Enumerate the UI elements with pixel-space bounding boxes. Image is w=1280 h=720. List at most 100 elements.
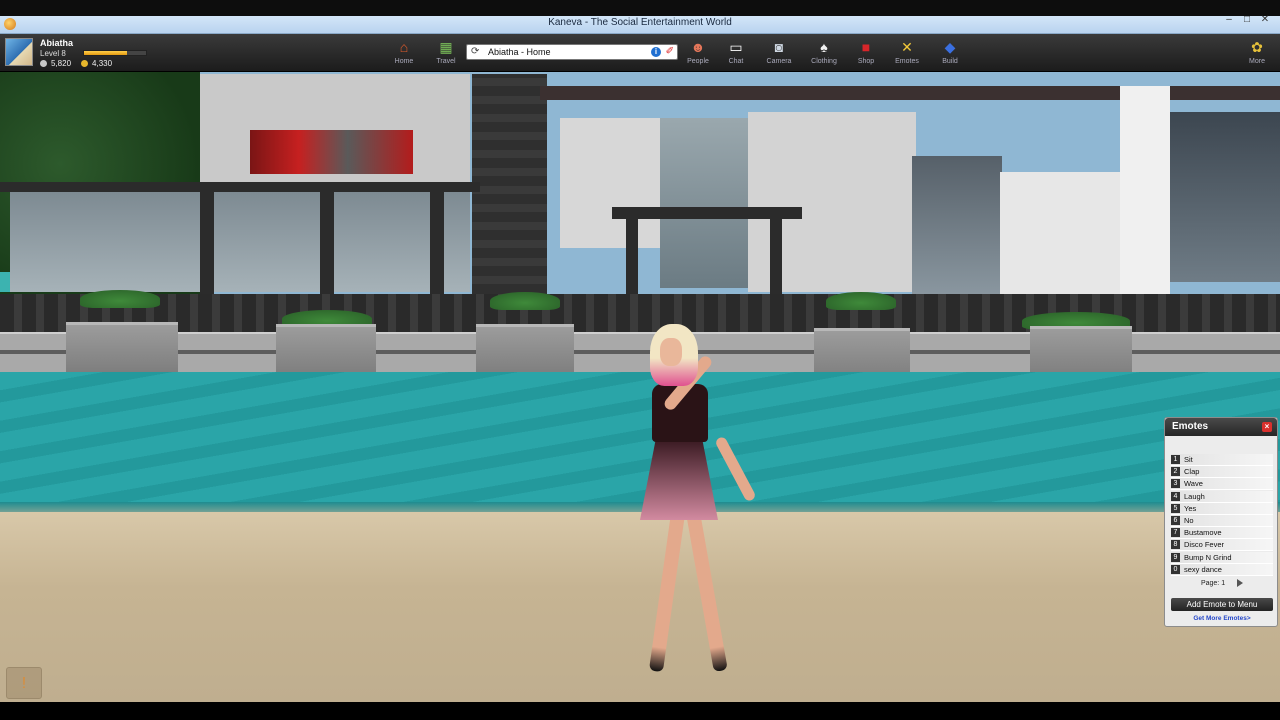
emote-label: Bump N Grind: [1184, 552, 1232, 562]
avatar-dress-skirt: [640, 440, 718, 520]
toolbar-home-button[interactable]: ⌂ Home: [384, 36, 424, 70]
post-1: [200, 192, 214, 302]
emote-page-label: Page: 1: [1200, 579, 1226, 587]
emote-label: Laugh: [1184, 491, 1205, 501]
build-blocks-icon: ◆: [944, 39, 956, 55]
rewards-balance: 5,820: [51, 59, 72, 68]
emote-hotkey: 9: [1171, 552, 1180, 562]
rewards-coin-icon: [40, 60, 47, 67]
toolbar-chat-button[interactable]: ▭ Chat: [716, 36, 756, 70]
add-emote-button[interactable]: Add Emote to Menu: [1171, 598, 1273, 611]
toolbar-shop-button[interactable]: ■ Shop: [846, 36, 886, 70]
emote-hotkey: 5: [1171, 503, 1180, 513]
emotes-panel-title: Emotes: [1172, 421, 1209, 432]
location-bar[interactable]: ⟳ Abiatha - Home i ✐: [466, 44, 678, 60]
emote-item[interactable]: 0 sexy dance: [1171, 563, 1273, 576]
toolbar-clothing-button[interactable]: ♠ Clothing: [804, 36, 844, 70]
shop-box-icon: ■: [861, 39, 871, 55]
emote-label: Bustamove: [1184, 528, 1222, 538]
dancing-avatar[interactable]: [600, 324, 760, 684]
emote-item[interactable]: 9 Bump N Grind: [1171, 551, 1273, 564]
next-page-icon[interactable]: [1237, 579, 1244, 587]
chat-bubble-icon: ▭: [729, 39, 743, 55]
right-glass-wing: [1170, 112, 1280, 282]
emote-item[interactable]: 5 Yes: [1171, 502, 1273, 515]
window-red: [250, 130, 413, 174]
post-2: [320, 192, 334, 302]
lower-glass-left: [10, 192, 470, 292]
emote-item[interactable]: 3 Wave: [1171, 478, 1273, 491]
window-title: Kaneva - The Social Entertainment World: [548, 17, 732, 28]
house-icon: ⌂: [399, 39, 409, 55]
get-more-emotes-link[interactable]: Get More Emotes>: [1165, 615, 1279, 622]
main-toolbar: Abiatha Level 8 5,820 4,330 ⌂ Home ▦ Trave…: [0, 34, 1280, 72]
roof-beam-left: [0, 182, 480, 192]
toolbar-camera-button[interactable]: ◙ Camera: [759, 36, 799, 70]
emote-label: sexy dance: [1184, 564, 1222, 574]
post-3: [430, 192, 444, 302]
currency-row: 5,820 4,330: [40, 59, 112, 68]
emote-hotkey: 6: [1171, 515, 1180, 525]
emotes-panel: Emotes × 1 Sit 2 Clap 3 Wave 4 Laugh 5 Yes 6 No 7 Bus…: [1164, 417, 1278, 627]
emote-hotkey: 8: [1171, 540, 1180, 550]
location-text: Abiatha - Home: [488, 47, 551, 57]
window-title-bar: [0, 0, 1280, 16]
planter-5: [1030, 326, 1132, 378]
emote-item[interactable]: 1 Sit: [1171, 454, 1273, 466]
emote-item[interactable]: 6 No: [1171, 514, 1273, 527]
emote-item[interactable]: 7 Bustamove: [1171, 527, 1273, 540]
emote-hotkey: 3: [1171, 479, 1180, 489]
toolbar-travel-button[interactable]: ▦ Travel: [426, 36, 466, 70]
avatar-right-leg: [686, 511, 728, 673]
planter-3: [476, 324, 574, 376]
close-window-button[interactable]: ✕: [1258, 14, 1272, 26]
planter-1: [66, 322, 178, 374]
toolbar-build-button[interactable]: ◆ Build: [930, 36, 970, 70]
emote-hotkey: 7: [1171, 528, 1180, 538]
toolbar-emotes-button[interactable]: ✕ Emotes: [887, 36, 927, 70]
house-center-wall-left: [560, 118, 660, 248]
planter-plant-1: [80, 290, 160, 308]
emote-list: 1 Sit 2 Clap 3 Wave 4 Laugh 5 Yes 6 No 7 Bustamove 8 Di…: [1171, 454, 1273, 576]
user-level: Level 8: [40, 49, 66, 58]
user-name[interactable]: Abiatha: [40, 38, 73, 48]
notification-icon[interactable]: !: [6, 667, 42, 699]
emote-item[interactable]: 2 Clap: [1171, 466, 1273, 479]
emote-item[interactable]: 8 Disco Fever: [1171, 539, 1273, 552]
people-icon: ☻: [690, 39, 706, 55]
world-viewport[interactable]: [0, 72, 1280, 702]
avatar-left-leg: [648, 511, 686, 673]
emote-item[interactable]: 4 Laugh: [1171, 490, 1273, 503]
level-progress-fill: [84, 51, 128, 55]
close-icon[interactable]: ×: [1262, 422, 1272, 432]
right-glass: [912, 156, 1002, 296]
refresh-icon[interactable]: ⟳: [471, 46, 479, 57]
bottom-border: [0, 702, 1280, 720]
camera-icon: ◙: [774, 39, 784, 55]
emote-hotkey: 1: [1171, 455, 1180, 464]
stone-column: [472, 74, 547, 294]
emote-label: Clap: [1184, 467, 1200, 477]
planter-2: [276, 324, 376, 376]
more-icon: ✿: [1251, 39, 1263, 55]
toolbar-people-button[interactable]: ☻ People: [678, 36, 718, 70]
toolbar-more-button[interactable]: ✿ More: [1237, 36, 1277, 70]
map-icon: ▦: [439, 39, 453, 55]
emote-pager: Page: 1: [1165, 579, 1279, 587]
credits-coin-icon: [81, 60, 89, 67]
planter-plant-4: [826, 292, 896, 310]
credits-balance: 4,330: [92, 59, 113, 68]
emote-label: Wave: [1184, 479, 1203, 489]
pin-icon[interactable]: ✐: [666, 46, 674, 57]
center-glass: [660, 118, 748, 288]
info-icon[interactable]: i: [651, 47, 661, 57]
avatar-face: [660, 338, 682, 366]
emote-hotkey: 2: [1171, 467, 1180, 477]
avatar[interactable]: [5, 38, 33, 66]
level-progress-bar: [83, 50, 147, 56]
emotes-icon: ✕: [901, 39, 913, 55]
emote-label: Disco Fever: [1184, 540, 1225, 550]
minimize-button[interactable]: –: [1222, 14, 1236, 26]
shirt-icon: ♠: [820, 39, 828, 55]
maximize-button[interactable]: □: [1240, 14, 1254, 26]
